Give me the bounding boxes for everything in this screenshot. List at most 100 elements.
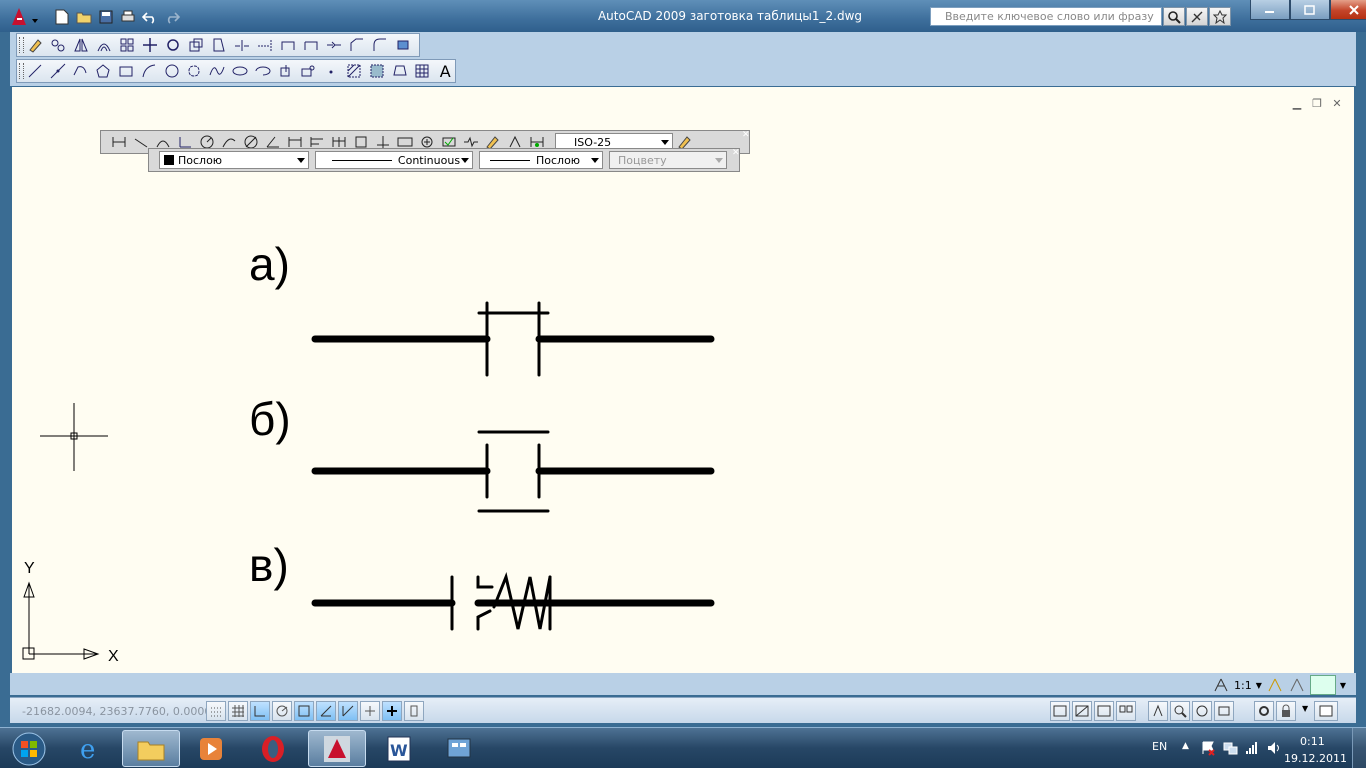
join-icon[interactable]	[324, 35, 344, 55]
volume-icon[interactable]	[1266, 740, 1282, 756]
stretch-icon[interactable]	[209, 35, 229, 55]
internet-explorer-icon[interactable]: e	[60, 730, 118, 767]
tray-expand-icon[interactable]: ▲	[1182, 741, 1189, 751]
scale-icon[interactable]	[186, 35, 206, 55]
steering-wheel-icon[interactable]	[1192, 701, 1212, 721]
move-icon[interactable]	[140, 35, 160, 55]
polyline-icon[interactable]	[71, 61, 91, 81]
region-icon[interactable]	[390, 61, 410, 81]
clock-date[interactable]: 19.12.2011	[1284, 752, 1347, 765]
show-motion-icon[interactable]	[1214, 701, 1234, 721]
revision-cloud-icon[interactable]	[185, 61, 205, 81]
quick-properties-icon[interactable]	[404, 701, 424, 721]
grid-display-icon[interactable]	[228, 701, 248, 721]
ellipse-arc-icon[interactable]	[253, 61, 273, 81]
point-icon[interactable]	[321, 61, 341, 81]
search-icon[interactable]	[1163, 7, 1185, 26]
object-snap-tracking-icon[interactable]	[316, 701, 336, 721]
signal-icon[interactable]	[1244, 740, 1260, 756]
annotation-scale-value[interactable]: 1:1	[1234, 679, 1252, 692]
lock-icon[interactable]	[1276, 701, 1296, 721]
start-button[interactable]	[4, 729, 54, 768]
chevron-down-icon[interactable]: ▼	[1256, 681, 1262, 690]
undo-icon[interactable]	[140, 8, 159, 26]
explode-icon[interactable]	[393, 35, 413, 55]
polar-tracking-icon[interactable]	[272, 701, 292, 721]
drawing-area[interactable]: ▁ ❐ ✕ ISO-25 ✕ Послою Continuous Послою …	[12, 87, 1354, 673]
autocad-icon[interactable]	[308, 730, 366, 767]
open-icon[interactable]	[74, 8, 93, 26]
clean-screen-icon[interactable]	[1314, 701, 1338, 721]
network-icon[interactable]	[1222, 740, 1238, 756]
action-center-icon[interactable]	[1200, 740, 1216, 756]
trim-icon[interactable]	[232, 35, 252, 55]
erase-icon[interactable]	[25, 35, 45, 55]
maximize-button[interactable]	[1290, 0, 1330, 20]
pan-icon[interactable]	[1148, 701, 1168, 721]
chamfer-icon[interactable]	[347, 35, 367, 55]
minimize-button[interactable]	[1250, 0, 1290, 20]
opera-icon[interactable]	[244, 730, 302, 767]
table-icon[interactable]	[413, 61, 433, 81]
show-desktop-button[interactable]	[1352, 728, 1366, 768]
array-icon[interactable]	[117, 35, 137, 55]
circle-icon[interactable]	[162, 61, 182, 81]
break-at-point-icon[interactable]	[278, 35, 298, 55]
workspace-icon[interactable]	[1309, 675, 1336, 695]
spline-icon[interactable]	[207, 61, 227, 81]
save-icon[interactable]	[96, 8, 115, 26]
line-icon[interactable]	[25, 61, 45, 81]
rectangle-icon[interactable]	[116, 61, 136, 81]
clock-time[interactable]: 0:11	[1300, 735, 1325, 748]
model-space-icon[interactable]	[1050, 701, 1070, 721]
layout-icon[interactable]	[1072, 701, 1092, 721]
copy-icon[interactable]	[48, 35, 68, 55]
word-icon[interactable]: W	[370, 730, 428, 767]
arc-icon[interactable]	[139, 61, 159, 81]
zoom-icon[interactable]	[1170, 701, 1190, 721]
coordinates-readout[interactable]: -21682.0094, 23637.7760, 0.0000	[22, 705, 211, 718]
dynamic-input-icon[interactable]	[360, 701, 380, 721]
redo-icon[interactable]	[162, 8, 181, 26]
ellipse-icon[interactable]	[230, 61, 250, 81]
communication-center-icon[interactable]	[1186, 7, 1208, 26]
lineweight-display-icon[interactable]	[382, 701, 402, 721]
dynamic-ucs-icon[interactable]	[338, 701, 358, 721]
control-panel-icon[interactable]	[430, 730, 488, 767]
extend-icon[interactable]	[255, 35, 275, 55]
annotation-visibility-icon[interactable]	[1266, 677, 1284, 693]
quick-view-layouts-icon[interactable]	[1094, 701, 1114, 721]
snap-mode-icon[interactable]	[206, 701, 226, 721]
application-menu-button[interactable]	[8, 5, 42, 29]
multiline-text-icon[interactable]: A	[435, 61, 455, 81]
auto-scale-icon[interactable]	[1288, 677, 1306, 693]
break-icon[interactable]	[301, 35, 321, 55]
construction-line-icon[interactable]	[48, 61, 68, 81]
object-snap-icon[interactable]	[294, 701, 314, 721]
window-controls	[1250, 0, 1366, 20]
infocenter-search-input[interactable]: Введите ключевое слово или фразу	[930, 7, 1162, 26]
chevron-down-icon[interactable]: ▼	[1340, 681, 1346, 690]
close-button[interactable]	[1330, 0, 1366, 20]
quick-view-drawings-icon[interactable]	[1116, 701, 1136, 721]
status-bar: -21682.0094, 23637.7760, 0.0000 ▼	[10, 697, 1356, 723]
workspace-settings-icon[interactable]	[1254, 701, 1274, 721]
hatch-icon[interactable]	[344, 61, 364, 81]
print-icon[interactable]	[118, 8, 137, 26]
fillet-icon[interactable]	[370, 35, 390, 55]
gradient-icon[interactable]	[367, 61, 387, 81]
polygon-icon[interactable]	[93, 61, 113, 81]
chevron-down-icon[interactable]: ▼	[1302, 704, 1308, 713]
folder-icon[interactable]	[122, 730, 180, 767]
new-icon[interactable]	[52, 8, 71, 26]
drawing-canvas: Y X а) б) в)	[22, 238, 715, 665]
ortho-mode-icon[interactable]	[250, 701, 270, 721]
media-player-icon[interactable]	[182, 730, 240, 767]
mirror-icon[interactable]	[71, 35, 91, 55]
insert-block-icon[interactable]	[276, 61, 296, 81]
rotate-icon[interactable]	[163, 35, 183, 55]
offset-icon[interactable]	[94, 35, 114, 55]
language-indicator[interactable]: EN	[1152, 740, 1167, 753]
make-block-icon[interactable]	[299, 61, 319, 81]
favorites-icon[interactable]	[1209, 7, 1231, 26]
